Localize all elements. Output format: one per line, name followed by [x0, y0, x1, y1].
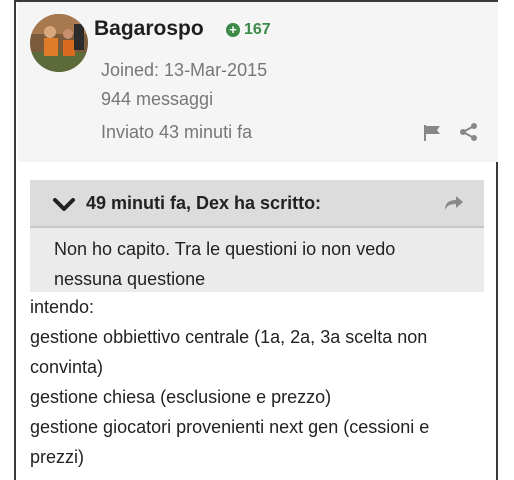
post-body: intendo: gestione obbiettivo centrale (1… — [30, 292, 470, 472]
body-line: gestione giocatori provenienti next gen … — [30, 417, 430, 437]
flag-icon[interactable] — [423, 124, 443, 147]
plus-circle-icon: + — [226, 23, 240, 37]
avatar[interactable] — [30, 14, 88, 72]
body-line: intendo: — [30, 297, 95, 317]
reputation-badge: + 167 — [226, 21, 271, 39]
body-line: gestione chiesa (esclusione e prezzo) — [30, 387, 332, 407]
quote-block: 49 minuti fa, Dex ha scritto: Non ho cap… — [30, 180, 484, 292]
share-icon[interactable] — [459, 122, 479, 147]
joined-date: Joined: 13-Mar-2015 — [101, 60, 268, 80]
post-timestamp[interactable]: Inviato 43 minuti fa — [101, 122, 252, 143]
quote-text: Non ho capito. Tra le questioni io non v… — [54, 234, 454, 294]
body-line: convinta) — [30, 357, 104, 377]
quote-line: Non ho capito. Tra le questioni io non v… — [54, 239, 396, 259]
author-name[interactable]: Bagarospo — [94, 17, 204, 41]
body-line: prezzi) — [30, 447, 85, 467]
chevron-down-icon[interactable] — [53, 198, 75, 217]
reputation-count: 167 — [244, 21, 271, 38]
quote-header[interactable]: 49 minuti fa, Dex ha scritto: — [30, 180, 484, 228]
forward-arrow-icon[interactable] — [444, 195, 464, 216]
quote-line: nessuna questione — [54, 269, 206, 289]
quote-citation: 49 minuti fa, Dex ha scritto: — [86, 193, 322, 213]
message-count: 944 messaggi — [101, 89, 214, 109]
body-line: gestione obbiettivo centrale (1a, 2a, 3a… — [30, 327, 428, 347]
